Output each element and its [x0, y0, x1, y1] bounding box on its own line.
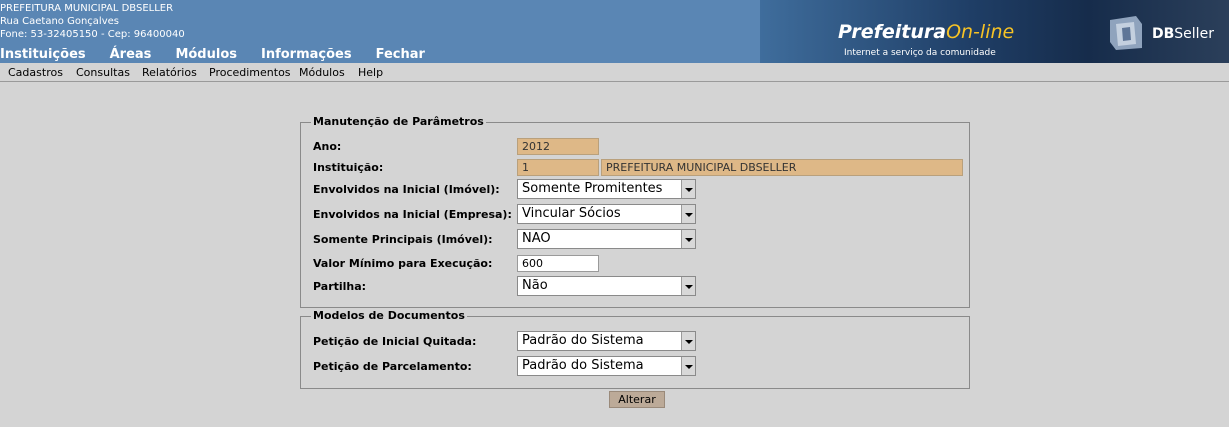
- submenu-modulos[interactable]: Módulos: [299, 66, 345, 79]
- menu-modulos[interactable]: Módulos: [175, 47, 237, 63]
- brand-banner: PrefeituraOn-line Internet a serviço da …: [760, 0, 1229, 63]
- parcelamento-label: Petição de Parcelamento:: [313, 360, 472, 373]
- chevron-down-icon[interactable]: [681, 357, 695, 375]
- partilha-value: Não: [522, 278, 548, 293]
- wordmark-seller: Seller: [1174, 26, 1214, 42]
- org-name: PREFEITURA MUNICIPAL DBSELLER: [0, 3, 174, 14]
- menu-fechar[interactable]: Fechar: [376, 47, 425, 63]
- sub-menu: Cadastros Consultas Relatórios Procedime…: [0, 63, 1229, 82]
- submenu-consultas[interactable]: Consultas: [76, 66, 130, 79]
- valor-min-label: Valor Mínimo para Execução:: [313, 257, 493, 270]
- partilha-label: Partilha:: [313, 280, 367, 293]
- valor-min-input[interactable]: 600: [517, 255, 599, 272]
- env-empresa-value: Vincular Sócios: [522, 206, 621, 221]
- menu-informacoes[interactable]: Informações: [261, 47, 352, 63]
- principais-label: Somente Principais (Imóvel):: [313, 233, 493, 246]
- org-contact: Fone: 53-32405150 - Cep: 96400040: [0, 29, 185, 40]
- dbseller-wordmark: DBSeller: [1152, 26, 1214, 42]
- chevron-down-icon[interactable]: [681, 332, 695, 350]
- instituicao-code-field[interactable]: 1: [517, 159, 599, 176]
- parcelamento-value: Padrão do Sistema: [522, 358, 644, 373]
- parcelamento-select[interactable]: Padrão do Sistema: [517, 356, 696, 376]
- docs-fieldset: Modelos de Documentos Petição de Inicial…: [300, 309, 970, 389]
- instituicao-name-field: PREFEITURA MUNICIPAL DBSELLER: [601, 159, 963, 176]
- prefeitura-online-logo: PrefeituraOn-line: [838, 21, 1014, 43]
- logo-online: On-line: [946, 21, 1015, 43]
- env-imovel-label: Envolvidos na Inicial (Imóvel):: [313, 183, 500, 196]
- org-address: Rua Caetano Gonçalves: [0, 16, 119, 27]
- banner-tagline: Internet a serviço da comunidade: [844, 48, 996, 58]
- params-legend: Manutenção de Parâmetros: [311, 115, 486, 128]
- params-fieldset: Manutenção de Parâmetros Ano: 2012 Insti…: [300, 115, 970, 308]
- principais-value: NAO: [522, 231, 551, 246]
- quitada-select[interactable]: Padrão do Sistema: [517, 331, 696, 351]
- env-empresa-label: Envolvidos na Inicial (Empresa):: [313, 208, 512, 221]
- menu-areas[interactable]: Áreas: [110, 47, 152, 63]
- submenu-help[interactable]: Help: [358, 66, 383, 79]
- org-info: PREFEITURA MUNICIPAL DBSELLER Rua Caetan…: [0, 2, 185, 41]
- docs-legend: Modelos de Documentos: [311, 309, 467, 322]
- partilha-select[interactable]: Não: [517, 276, 696, 296]
- env-imovel-value: Somente Promitentes: [522, 181, 663, 196]
- principais-select[interactable]: NAO: [517, 229, 696, 249]
- ano-label: Ano:: [313, 140, 342, 153]
- dbseller-logo-icon: [1110, 16, 1142, 50]
- app-header: PREFEITURA MUNICIPAL DBSELLER Rua Caetan…: [0, 0, 1229, 63]
- chevron-down-icon[interactable]: [681, 277, 695, 295]
- main-menu: Instituições Áreas Módulos Informações F…: [0, 47, 449, 63]
- env-empresa-select[interactable]: Vincular Sócios: [517, 204, 696, 224]
- submenu-relatorios[interactable]: Relatórios: [142, 66, 197, 79]
- chevron-down-icon[interactable]: [681, 180, 695, 198]
- instituicao-label: Instituição:: [313, 161, 384, 174]
- submenu-procedimentos[interactable]: Procedimentos: [209, 66, 291, 79]
- logo-prefeitura: Prefeitura: [838, 21, 947, 43]
- chevron-down-icon[interactable]: [681, 230, 695, 248]
- env-imovel-select[interactable]: Somente Promitentes: [517, 179, 696, 199]
- chevron-down-icon[interactable]: [681, 205, 695, 223]
- quitada-label: Petição de Inicial Quitada:: [313, 335, 477, 348]
- menu-instituicoes[interactable]: Instituições: [0, 47, 86, 63]
- ano-field: 2012: [517, 138, 599, 155]
- quitada-value: Padrão do Sistema: [522, 333, 644, 348]
- wordmark-db: DB: [1152, 26, 1175, 42]
- alterar-button[interactable]: Alterar: [609, 391, 665, 408]
- submenu-cadastros[interactable]: Cadastros: [8, 66, 63, 79]
